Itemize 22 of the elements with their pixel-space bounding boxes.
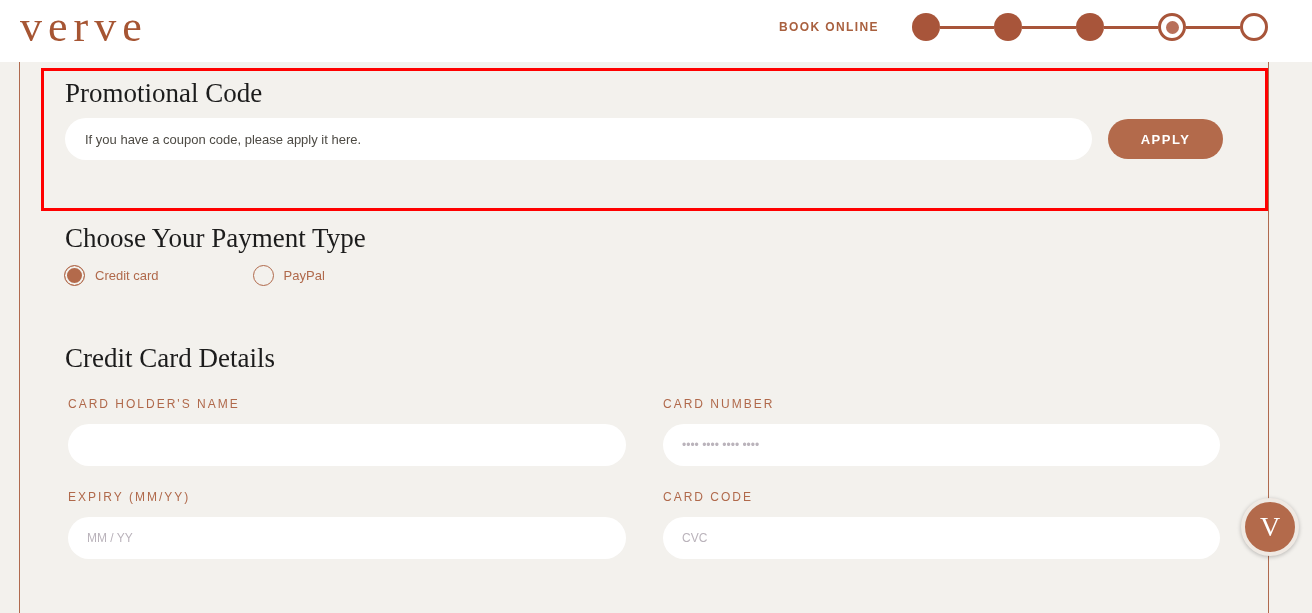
payment-option[interactable]: PayPal (252, 265, 325, 286)
input-field[interactable]: MM / YY (68, 517, 626, 559)
floating-logo-button[interactable]: V (1241, 498, 1299, 556)
logo[interactable]: verve (20, 5, 148, 49)
section-heading: Choose Your Payment Type (65, 222, 367, 254)
input-field[interactable]: •••• •••• •••• •••• (663, 424, 1220, 466)
step-connector (940, 25, 994, 29)
step-connector (1186, 25, 1240, 29)
section-heading: Credit Card Details (65, 342, 276, 374)
section-heading: Promotional Code (65, 77, 264, 109)
radio-icon[interactable] (64, 265, 85, 286)
field-label: CARD HOLDER'S NAME (68, 396, 241, 412)
step-connector (1022, 25, 1076, 29)
field-label: CARD CODE (663, 489, 754, 505)
input-field[interactable]: CVC (663, 517, 1220, 559)
book-online-label: BOOK ONLINE (778, 20, 879, 34)
step-connector (1104, 25, 1158, 29)
field-label: EXPIRY (MM/YY) (68, 489, 192, 505)
coupon-field[interactable]: If you have a coupon code, please apply it here. (65, 118, 1092, 160)
apply-button[interactable]: APPLY (1108, 119, 1223, 159)
payment-option[interactable]: Credit card (64, 265, 159, 286)
field-label: CARD NUMBER (663, 396, 776, 412)
